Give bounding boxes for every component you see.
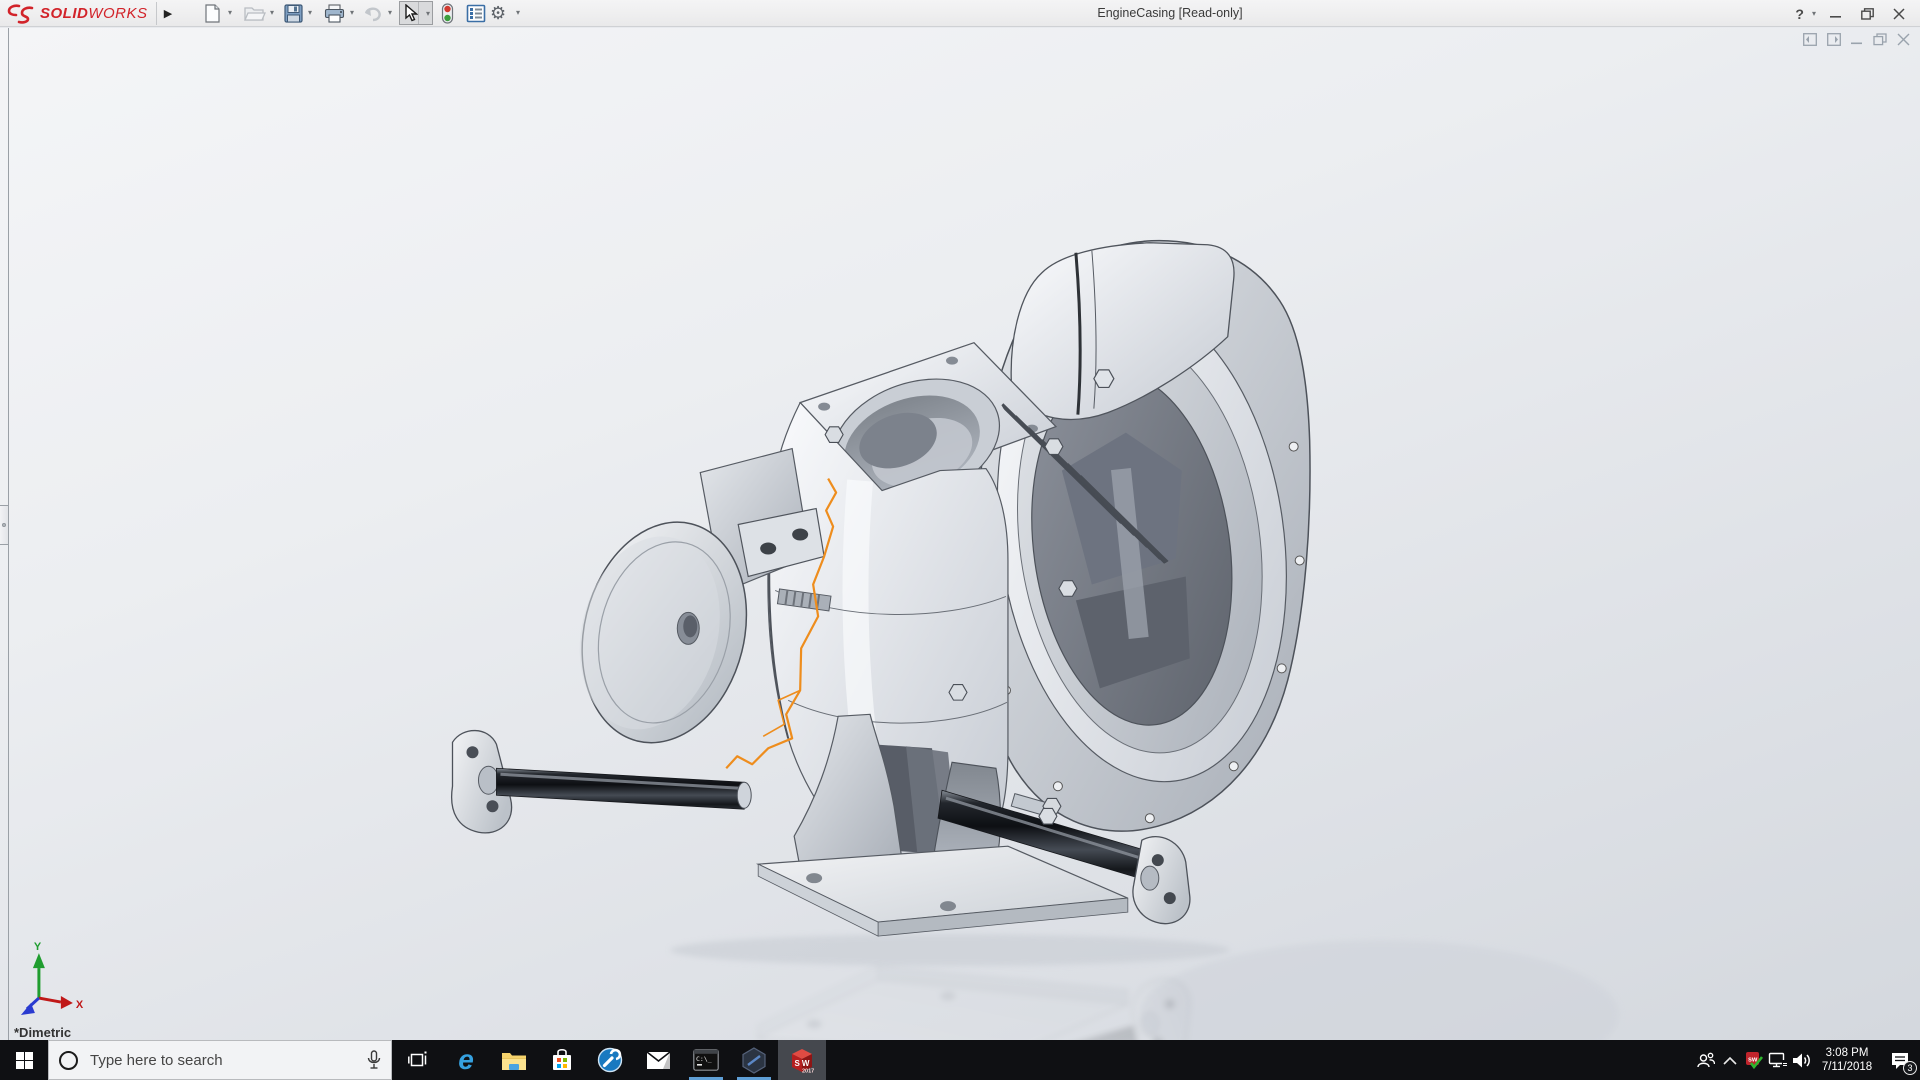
close-button[interactable] bbox=[1886, 4, 1912, 24]
solidworks-logo-icon bbox=[6, 3, 36, 25]
taskbar: Type here to search e C:\_ bbox=[0, 1040, 1920, 1080]
x-axis-label: X bbox=[76, 999, 84, 1011]
taskbar-item-solidworks[interactable]: SW 2017 bbox=[778, 1040, 826, 1080]
people-icon[interactable] bbox=[1694, 1040, 1718, 1080]
microphone-icon[interactable] bbox=[367, 1050, 381, 1070]
solidworks-logo: SOLIDWORKS bbox=[6, 0, 148, 27]
x-axis-arrow-icon bbox=[61, 996, 73, 1009]
select-dropdown[interactable]: ▾ bbox=[426, 9, 430, 18]
help-button[interactable]: ? bbox=[1793, 6, 1806, 22]
logo-separator bbox=[156, 2, 157, 25]
undo-button[interactable] bbox=[362, 2, 383, 24]
minimize-button[interactable] bbox=[1822, 4, 1848, 24]
hexagon-app-icon bbox=[741, 1047, 767, 1074]
svg-text:SW: SW bbox=[795, 1059, 812, 1068]
action-center-button[interactable]: 3 bbox=[1880, 1040, 1920, 1080]
orientation-triad: Y X bbox=[21, 941, 84, 1015]
select-split-divider bbox=[418, 2, 419, 24]
search-placeholder: Type here to search bbox=[90, 1052, 367, 1069]
brand-text: SOLIDWORKS bbox=[40, 5, 148, 22]
save-dropdown[interactable]: ▾ bbox=[308, 8, 312, 17]
store-icon bbox=[551, 1048, 573, 1072]
file-properties-button[interactable] bbox=[466, 2, 486, 24]
task-view-icon bbox=[408, 1051, 428, 1069]
svg-text:2017: 2017 bbox=[802, 1069, 814, 1075]
options-gear-button[interactable]: ⚙ bbox=[490, 2, 506, 24]
mail-icon bbox=[646, 1051, 671, 1070]
new-document-dropdown[interactable]: ▾ bbox=[228, 8, 232, 17]
titlebar: SOLIDWORKS ▶ ▾ ▾ ▾ ▾ ▾ ▾ bbox=[0, 0, 1920, 27]
clock-date: 7/11/2018 bbox=[1818, 1060, 1876, 1074]
network-icon[interactable] bbox=[1766, 1040, 1790, 1080]
file-explorer-icon bbox=[501, 1050, 527, 1071]
taskbar-item-mail[interactable] bbox=[634, 1040, 682, 1080]
print-button[interactable] bbox=[324, 2, 345, 24]
print-dropdown[interactable]: ▾ bbox=[350, 8, 354, 17]
task-view-button[interactable] bbox=[394, 1040, 442, 1080]
system-tray: sw 3:08 PM 7/11/2018 3 bbox=[1694, 1040, 1920, 1080]
screen: SOLIDWORKS ▶ ▾ ▾ ▾ ▾ ▾ ▾ bbox=[0, 0, 1920, 1080]
help-dropdown[interactable]: ▾ bbox=[1812, 9, 1816, 18]
y-axis-arrow-icon bbox=[33, 953, 45, 968]
taskbar-clock[interactable]: 3:08 PM 7/11/2018 bbox=[1814, 1046, 1880, 1074]
cortana-icon bbox=[59, 1051, 78, 1070]
rebuild-button[interactable] bbox=[441, 2, 454, 24]
svg-text:C:\_: C:\_ bbox=[696, 1055, 712, 1063]
restore-button[interactable] bbox=[1854, 4, 1880, 24]
save-button[interactable] bbox=[284, 2, 303, 24]
engine-casing-model[interactable] bbox=[452, 241, 1317, 936]
tray-overflow-chevron-icon[interactable] bbox=[1718, 1040, 1742, 1080]
new-document-button[interactable] bbox=[204, 2, 221, 24]
floor-shadow bbox=[670, 934, 1229, 966]
document-title: EngineCasing [Read-only] bbox=[1040, 0, 1300, 27]
window-controls: ? ▾ bbox=[1793, 0, 1912, 27]
viewport: Y X *Dimetric bbox=[0, 28, 1920, 1040]
notification-badge: 3 bbox=[1903, 1061, 1917, 1075]
open-button[interactable] bbox=[244, 2, 266, 24]
wrench-circle-icon bbox=[597, 1047, 623, 1073]
taskbar-item-file-explorer[interactable] bbox=[490, 1040, 538, 1080]
solidworks-app-icon: SW 2017 bbox=[788, 1046, 816, 1074]
taskbar-item-tools-app[interactable] bbox=[586, 1040, 634, 1080]
y-axis-label: Y bbox=[34, 941, 42, 953]
undo-dropdown[interactable]: ▾ bbox=[388, 8, 392, 17]
volume-icon[interactable] bbox=[1790, 1040, 1814, 1080]
windows-logo-icon bbox=[16, 1052, 33, 1069]
select-tool-button[interactable]: ▾ bbox=[399, 1, 433, 25]
taskbar-item-store[interactable] bbox=[538, 1040, 586, 1080]
taskbar-item-edge[interactable]: e bbox=[442, 1040, 490, 1080]
solidworks-monitor-tray-icon[interactable]: sw bbox=[1742, 1040, 1766, 1080]
open-dropdown[interactable]: ▾ bbox=[270, 8, 274, 17]
select-cursor-icon bbox=[404, 4, 418, 22]
taskbar-item-hexagon-app[interactable] bbox=[730, 1040, 778, 1080]
clock-time: 3:08 PM bbox=[1818, 1046, 1876, 1060]
edge-icon: e bbox=[458, 1046, 474, 1074]
start-button[interactable] bbox=[0, 1040, 48, 1080]
menu-flyout-arrow[interactable]: ▶ bbox=[160, 3, 176, 24]
search-input[interactable]: Type here to search bbox=[48, 1040, 392, 1080]
taskbar-item-command-prompt[interactable]: C:\_ bbox=[682, 1040, 730, 1080]
view-orientation-label: *Dimetric bbox=[14, 1025, 71, 1040]
options-dropdown[interactable]: ▾ bbox=[516, 8, 520, 17]
command-prompt-icon: C:\_ bbox=[693, 1049, 719, 1071]
graphics-area[interactable]: Y X bbox=[0, 28, 1920, 1040]
